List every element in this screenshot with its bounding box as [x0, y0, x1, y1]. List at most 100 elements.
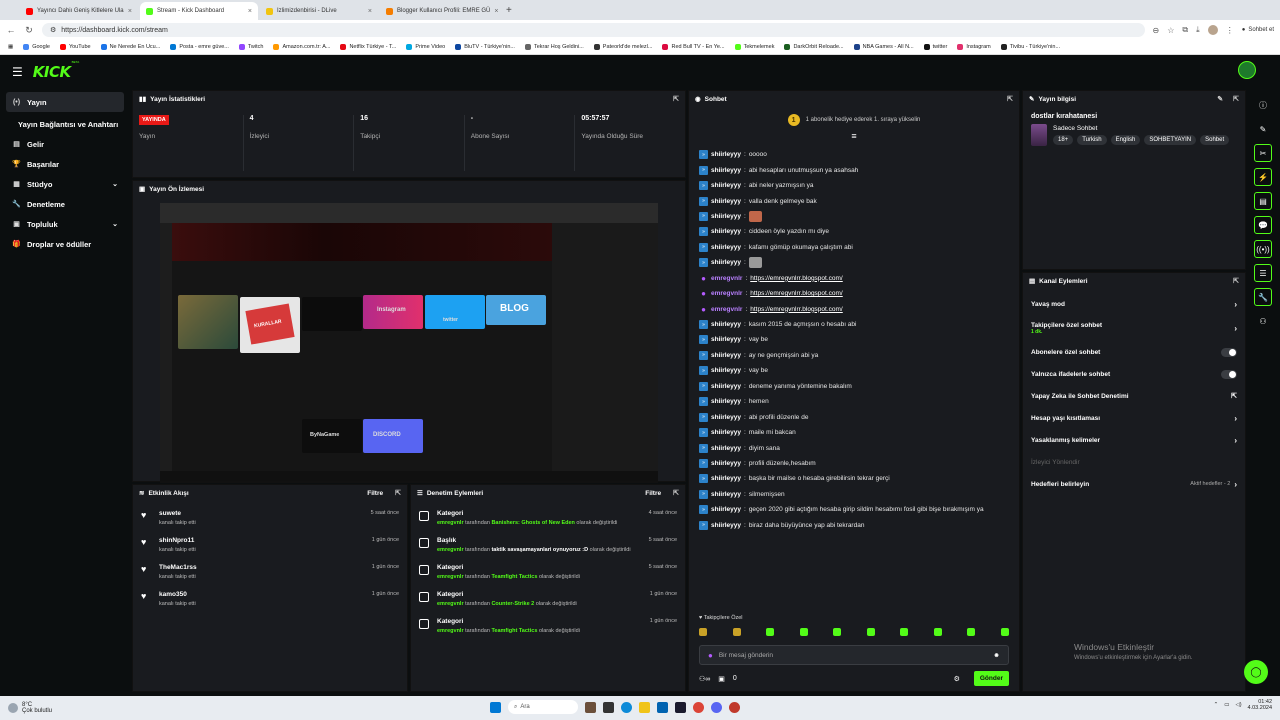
user-avatar[interactable] — [1238, 61, 1256, 79]
pencil-icon[interactable]: ✎ — [1254, 120, 1272, 138]
list-icon[interactable]: ☰ — [1254, 264, 1272, 282]
zoom-icon[interactable]: ⊖ — [1153, 26, 1160, 35]
clip-icon[interactable]: ✂ — [1254, 144, 1272, 162]
sidebar-item[interactable]: ▣ Topluluk ⌄ — [0, 214, 130, 234]
chat-username[interactable]: shiirleyyy — [711, 460, 741, 467]
external-link-icon[interactable]: ⇱ — [1231, 392, 1237, 400]
pinned-message-toggle-icon[interactable]: ≡ — [689, 131, 1019, 145]
channel-actions-popout-icon[interactable]: ⇱ — [1233, 277, 1239, 285]
bookmark-item[interactable]: Instagram — [957, 44, 991, 50]
chat-username[interactable]: shiirleyyy — [711, 491, 741, 498]
chat-username[interactable]: shiirleyyy — [711, 213, 741, 220]
chat-username[interactable]: shiirleyyy — [711, 198, 741, 205]
channel-action-row[interactable]: Yalnızca ifadelerle sohbet — [1023, 363, 1245, 385]
chat-assistant-button[interactable]: ● Sohbet et — [1242, 27, 1274, 33]
menu-icon[interactable]: ⋮ — [1226, 26, 1234, 35]
chat-username[interactable]: shiirleyyy — [711, 151, 741, 158]
site-info-icon[interactable]: ⚙ — [50, 26, 56, 34]
chat-username[interactable]: shiirleyyy — [711, 367, 741, 374]
emote-icon[interactable] — [1000, 628, 1009, 636]
moderator-name[interactable]: emregvnlr — [437, 574, 464, 580]
channel-action-row[interactable]: Yasaklanmış kelimeler › — [1023, 429, 1245, 451]
stream-tag[interactable]: English — [1110, 135, 1141, 145]
extensions-icon[interactable]: ⧉ — [1182, 25, 1188, 35]
emote-icon[interactable] — [967, 628, 976, 636]
chevron-right-icon[interactable]: › — [1234, 324, 1237, 333]
bookmark-item[interactable]: NBA Games - All N... — [853, 44, 914, 50]
chat-username[interactable]: shiirleyyy — [711, 522, 741, 529]
popout-icon[interactable]: ⇱ — [673, 95, 679, 103]
chat-username[interactable]: shiirleyyy — [711, 259, 741, 266]
chat-username[interactable]: shiirleyyy — [711, 383, 741, 390]
chat-message-text[interactable]: https://emregvnlrr.blogspot.com/ — [750, 306, 843, 313]
emote-icon[interactable] — [833, 628, 842, 636]
signal-icon[interactable]: ((•)) — [1254, 240, 1272, 258]
activity-username[interactable]: TheMac1rss — [159, 564, 364, 571]
sidebar-item[interactable]: Yayın Bağlantısı ve Anahtarı — [0, 114, 130, 134]
channel-action-row[interactable]: Takipçilere özel sohbet 1 dk. › — [1023, 315, 1245, 341]
emoji-picker-icon[interactable]: ☻ — [993, 652, 1000, 659]
channel-action-row[interactable]: Abonelere özel sohbet — [1023, 341, 1245, 363]
star-icon[interactable]: ☆ — [1167, 26, 1174, 35]
weather-widget[interactable]: 8°C Çok bulutlu — [8, 702, 52, 714]
chat-username[interactable]: shiirleyyy — [711, 445, 741, 452]
people-icon[interactable]: ⚇ — [1254, 312, 1272, 330]
channel-action-row[interactable]: İzleyici Yönlendir — [1023, 451, 1245, 473]
chat-username[interactable]: shiirleyyy — [711, 475, 741, 482]
users-icon[interactable]: ⚇∞ — [699, 675, 710, 683]
activity-filter-button[interactable]: Filtre — [367, 490, 383, 497]
chat-username[interactable]: emregvnlr — [711, 290, 742, 297]
activity-username[interactable]: shinNpro11 — [159, 537, 364, 544]
bookmark-item[interactable]: YouTube — [59, 44, 91, 50]
profile-avatar[interactable] — [1207, 25, 1218, 35]
windows-start-icon[interactable] — [490, 701, 501, 713]
kick-logo[interactable]: KICK — [33, 63, 71, 81]
sidebar-item[interactable]: ▤ Gelir — [0, 134, 130, 154]
channel-action-row[interactable]: Yavaş mod › — [1023, 293, 1245, 315]
chat-username[interactable]: emregvnlr — [711, 275, 742, 282]
toggle-switch[interactable] — [1221, 369, 1237, 379]
tab-close-icon[interactable]: × — [128, 8, 132, 15]
moderation-popout-icon[interactable]: ⇱ — [673, 489, 679, 497]
chat-username[interactable]: shiirleyyy — [711, 398, 741, 405]
chat-username[interactable]: shiirleyyy — [711, 167, 741, 174]
tab-close-icon[interactable]: × — [494, 8, 498, 15]
lightning-icon[interactable]: ⚡ — [1254, 168, 1272, 186]
stream-tag[interactable]: 18+ — [1053, 135, 1074, 145]
stream-tag[interactable]: SOHBETYAYIN — [1144, 135, 1197, 145]
chat-username[interactable]: shiirleyyy — [711, 182, 741, 189]
sidebar-item[interactable]: 🎁 Droplar ve ödüller — [0, 234, 130, 254]
tray-chevron-icon[interactable]: ⌃ — [1214, 702, 1219, 708]
activity-username[interactable]: kamo350 — [159, 591, 364, 598]
emote-icon[interactable] — [866, 628, 875, 636]
chat-message-text[interactable]: https://emregvnlrr.blogspot.com/ — [750, 290, 843, 297]
chat-username[interactable]: shiirleyyy — [711, 352, 741, 359]
browser-tab[interactable]: Blogger Kullanıcı Profili: EMRE GÜ × — [380, 2, 498, 20]
network-icon[interactable]: ▭ — [1224, 702, 1229, 708]
moderator-name[interactable]: emregvnlr — [437, 520, 464, 526]
chat-message-input[interactable]: ● Bir mesaj gönderin ☻ — [699, 645, 1009, 665]
taskbar-search[interactable]: ⌕ Ara — [508, 700, 578, 714]
emote-icon[interactable] — [900, 628, 909, 636]
sidebar-item[interactable]: 🔧 Denetleme — [0, 194, 130, 214]
sidebar-item[interactable]: ▦ Stüdyo ⌄ — [0, 174, 130, 194]
chat-username[interactable]: shiirleyyy — [711, 244, 741, 251]
wrench-rail-icon[interactable]: 🔧 — [1254, 288, 1272, 306]
bookmark-item[interactable]: Amazon.com.tr: A... — [273, 44, 330, 50]
emote-icon[interactable] — [732, 628, 741, 636]
browser-tab[interactable]: Yayıncı Dahiı Geniş Kitlelere Ula × — [20, 2, 138, 20]
moderator-name[interactable]: emregvnlr — [437, 628, 464, 634]
widgets-icon[interactable] — [585, 701, 596, 713]
moderation-filter-button[interactable]: Filtre — [645, 490, 661, 497]
bookmark-item[interactable]: Red Bull TV - En Ye... — [662, 44, 725, 50]
chrome-icon[interactable] — [693, 701, 704, 713]
points-icon[interactable]: ▣ — [718, 675, 725, 683]
bookmark-item[interactable]: twitter — [923, 44, 947, 50]
file-explorer-icon[interactable] — [639, 701, 650, 713]
chat-username[interactable]: emregvnlr — [711, 306, 742, 313]
bookmark-item[interactable]: Google — [23, 44, 50, 50]
channel-action-row[interactable]: Hesap yaşı kısıtlaması › — [1023, 407, 1245, 429]
moderator-name[interactable]: emregvnlr — [437, 547, 464, 553]
chat-settings-icon[interactable]: ⚙ — [954, 675, 960, 683]
bookmark-item[interactable]: Pateorld'de melezl... — [593, 44, 652, 50]
